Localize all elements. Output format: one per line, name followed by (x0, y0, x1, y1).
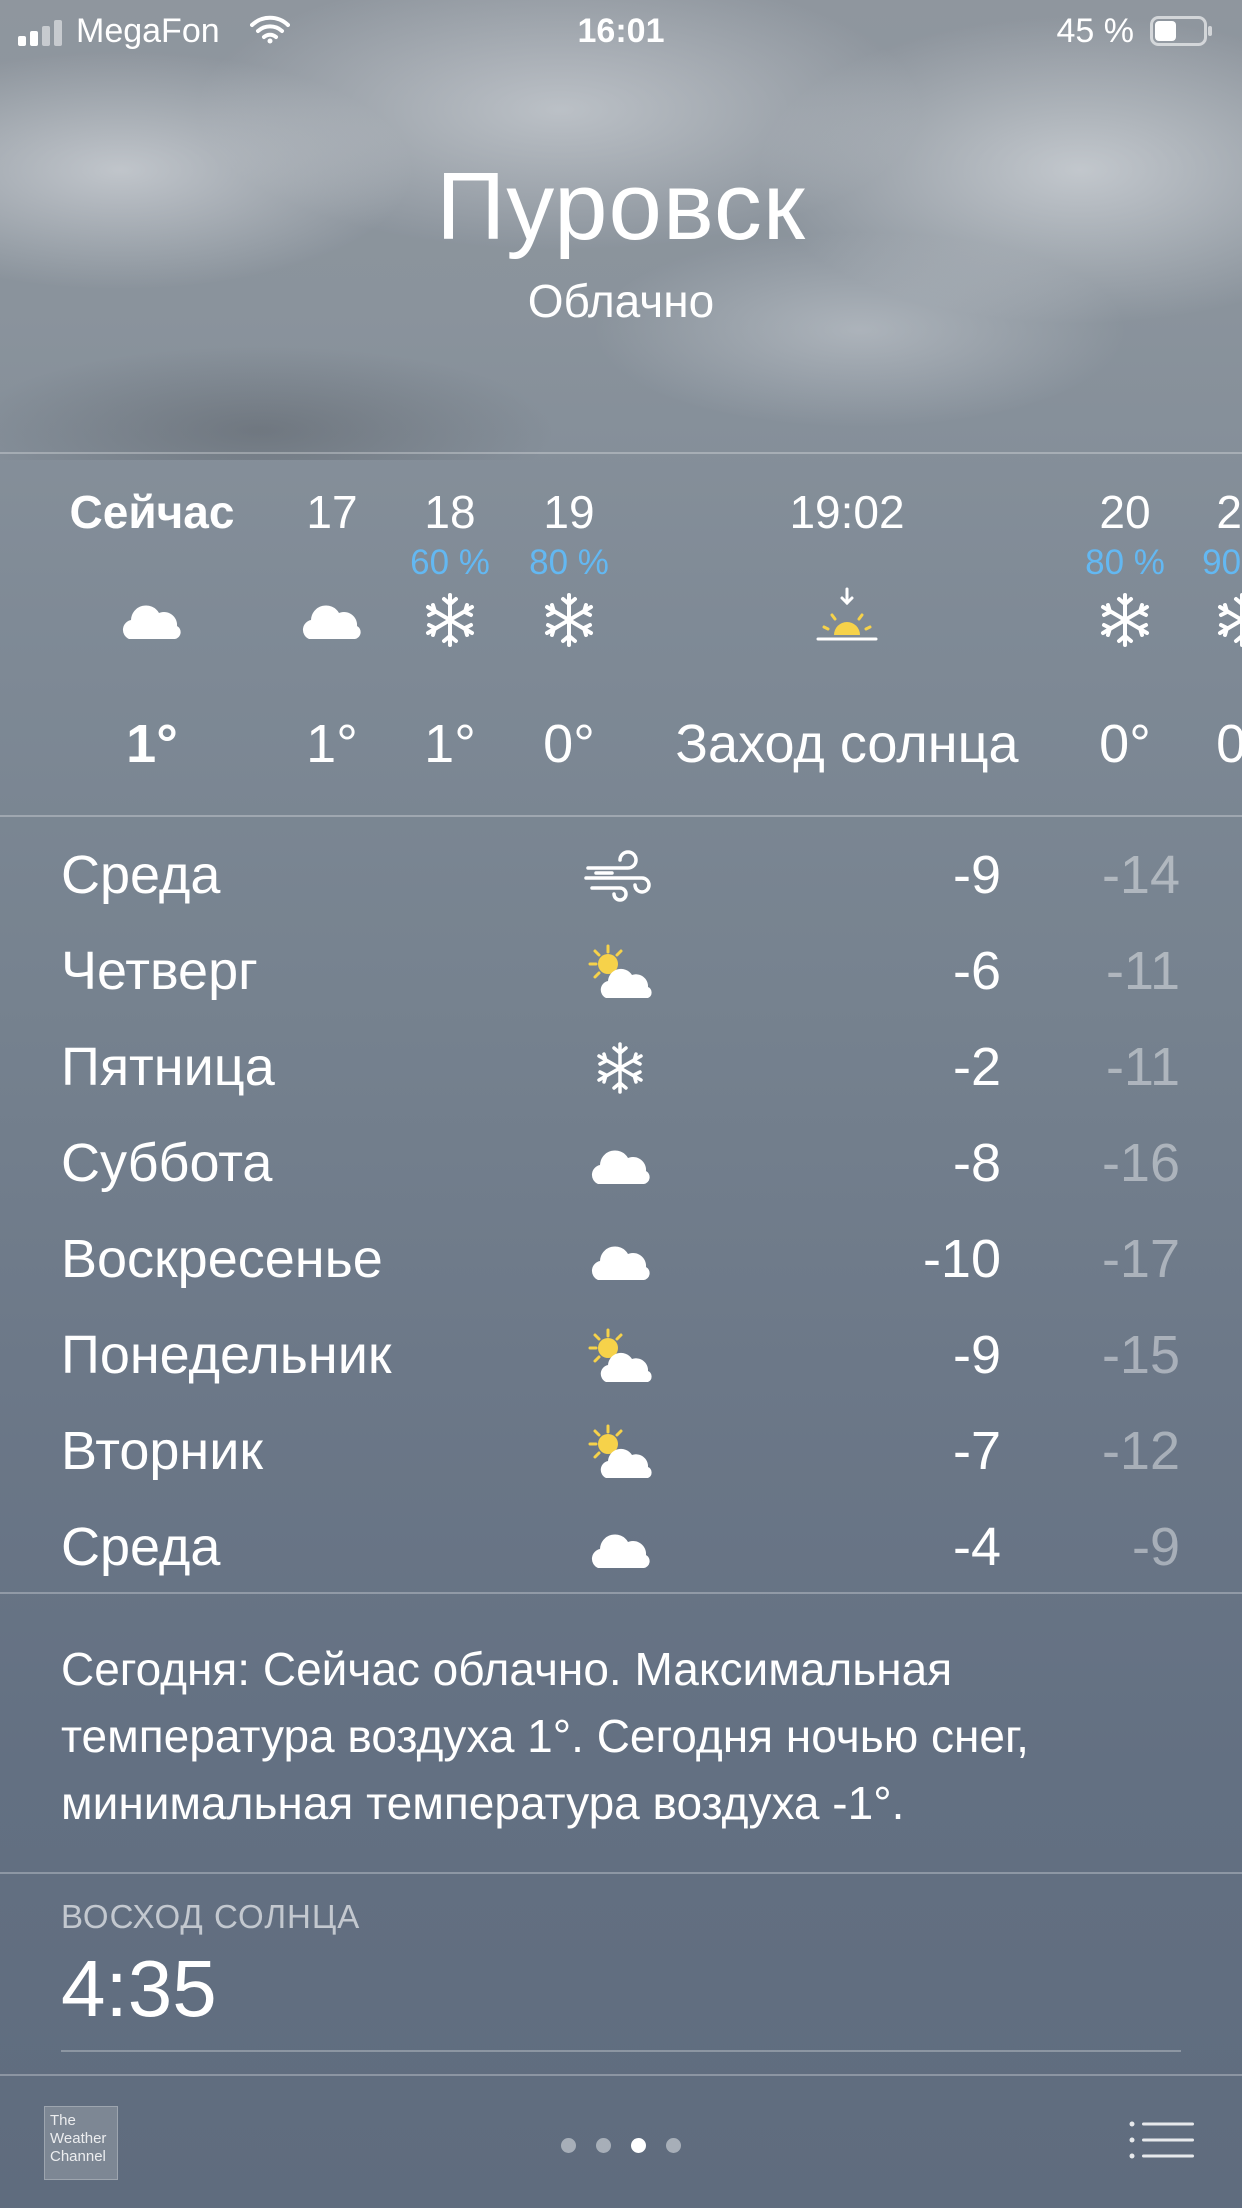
wind-icon (582, 844, 658, 908)
precip-chance: 90 % (1202, 543, 1242, 582)
page-dot[interactable] (561, 2138, 576, 2153)
day-high: -7 (952, 1421, 1001, 1481)
battery-icon (1150, 16, 1214, 46)
day-high: -9 (952, 845, 1001, 905)
cloud-icon (582, 1228, 658, 1292)
daily-row: Понедельник -9 -15 (0, 1310, 1242, 1406)
daily-row: Вторник -7 -12 (0, 1406, 1242, 1502)
divider (0, 815, 1242, 817)
day-low: -15 (1101, 1325, 1180, 1385)
divider (0, 1592, 1242, 1594)
day-low: -17 (1101, 1229, 1180, 1289)
daily-row: Среда -9 -14 (0, 830, 1242, 926)
status-bar: MegaFon 16:01 45 % (0, 0, 1242, 64)
divider (0, 452, 1242, 454)
daily-row: Суббота -8 -16 (0, 1118, 1242, 1214)
day-low: -11 (1105, 941, 1180, 1001)
partly-cloudy-icon (582, 1420, 658, 1484)
precip-chance: 80 % (529, 543, 609, 582)
hour-temp: 1° (126, 714, 178, 774)
daily-row: Воскресенье -10 -17 (0, 1214, 1242, 1310)
day-high: -6 (952, 941, 1001, 1001)
cloud-icon (117, 585, 187, 655)
daily-row: Пятница -2 -11 (0, 1022, 1242, 1118)
hour-label: 19 (543, 486, 595, 538)
snowflake-icon (1207, 585, 1242, 655)
day-low: -9 (1131, 1517, 1180, 1577)
snowflake-icon (582, 1036, 658, 1100)
day-high: -4 (952, 1517, 1001, 1577)
day-name: Воскресенье (61, 1229, 383, 1289)
day-high: -8 (952, 1133, 1001, 1193)
partly-cloudy-icon (582, 940, 658, 1004)
page-dot-active[interactable] (631, 2138, 646, 2153)
day-low: -11 (1105, 1037, 1180, 1097)
day-name: Среда (61, 1517, 221, 1577)
cloud-icon (582, 1516, 658, 1580)
hour-label: 19:02 (789, 486, 905, 538)
sunrise-time: 4:35 (61, 1944, 217, 2033)
city-list-icon[interactable] (1128, 2118, 1196, 2162)
today-summary: Сегодня: Сейчас облачно. Максимальная те… (61, 1643, 1029, 1829)
hour-temp: 0° (543, 714, 595, 774)
battery-percent: 45 % (1056, 12, 1135, 50)
partly-cloudy-icon (582, 1324, 658, 1388)
city-name: Пуровск (436, 153, 806, 260)
daily-row: Среда -4 -9 (0, 1502, 1242, 1598)
divider (0, 1872, 1242, 1874)
day-name: Среда (61, 845, 221, 905)
hour-temp: Заход солнца (675, 714, 1019, 774)
day-name: Суббота (61, 1133, 273, 1193)
hourly-item-sunset: 19:02 Заход солнца (657, 455, 1037, 815)
day-name: Понедельник (61, 1325, 392, 1385)
hour-temp: 0° (1216, 714, 1242, 774)
hourly-item: Сейчас 1° (52, 455, 252, 815)
sunrise-label: ВОСХОД СОЛНЦА (61, 1898, 361, 1935)
page-dot[interactable] (666, 2138, 681, 2153)
day-low: -14 (1101, 845, 1180, 905)
day-high: -9 (952, 1325, 1001, 1385)
hourly-item: 19 80 % 0° (469, 455, 669, 815)
sunset-icon (812, 585, 882, 655)
cloud-icon (582, 1132, 658, 1196)
daily-forecast: Среда -9 -14 Четверг -6 -11 Пятница -2 -… (0, 830, 1242, 1590)
divider (61, 2050, 1181, 2052)
hourly-forecast[interactable]: Сейчас 1° 17 1° 18 60 % 1° 19 80 % 0° 19… (0, 455, 1242, 815)
page-dot[interactable] (596, 2138, 611, 2153)
hour-label: 21 (1216, 486, 1242, 538)
day-name: Четверг (61, 941, 258, 1001)
hour-label: Сейчас (69, 486, 235, 538)
page-indicator[interactable] (0, 2138, 1242, 2154)
current-condition: Облачно (527, 275, 715, 327)
hourly-item: 21 90 % 0° (1142, 455, 1242, 815)
snowflake-icon (534, 585, 604, 655)
day-name: Пятница (61, 1037, 275, 1097)
day-low: -12 (1101, 1421, 1180, 1481)
bottom-toolbar: The Weather Channel (0, 2072, 1242, 2208)
daily-row: Четверг -6 -11 (0, 926, 1242, 1022)
day-name: Вторник (61, 1421, 264, 1481)
day-high: -10 (922, 1229, 1001, 1289)
day-high: -2 (952, 1037, 1001, 1097)
day-low: -16 (1101, 1133, 1180, 1193)
